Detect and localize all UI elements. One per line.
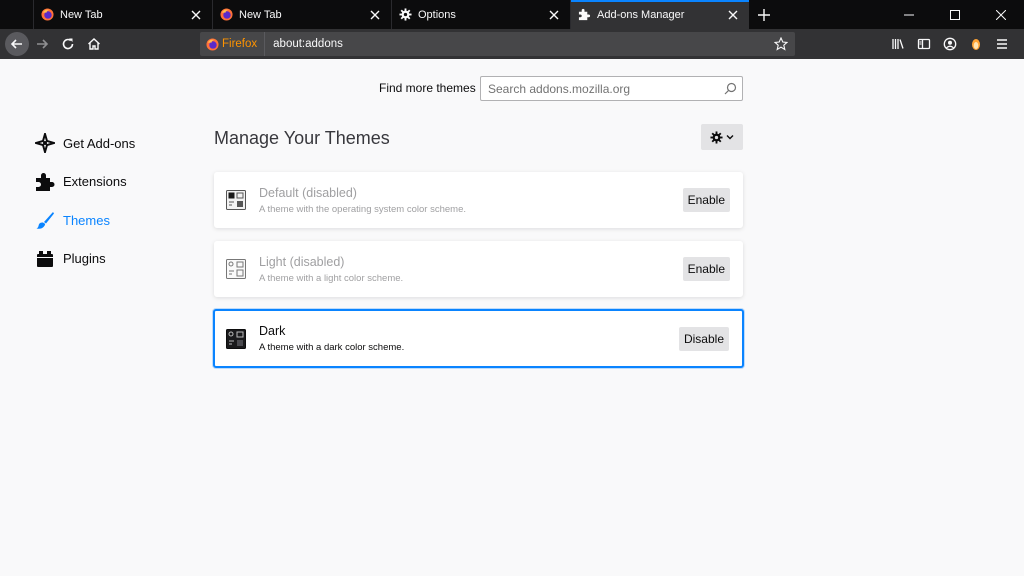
close-icon[interactable] <box>367 7 383 23</box>
sidebar-item-label: Plugins <box>63 251 106 267</box>
tab-title: New Tab <box>60 8 103 21</box>
theme-text: Default (disabled) A theme with the oper… <box>259 186 683 215</box>
tab-title: New Tab <box>239 8 282 21</box>
light-theme-icon <box>226 259 246 279</box>
page-title: Manage Your Themes <box>214 128 390 148</box>
theme-description: A theme with a light color scheme. <box>259 272 404 284</box>
category-sidebar: Get Add-ons Extensions Themes Plugins <box>35 124 135 278</box>
reload-icon <box>62 38 74 50</box>
firefox-icon <box>219 8 233 22</box>
enable-button[interactable]: Enable <box>682 257 730 281</box>
extension-button[interactable] <box>963 31 989 57</box>
theme-name: Dark <box>259 324 286 338</box>
close-icon[interactable] <box>188 7 204 23</box>
theme-card-light[interactable]: Light (disabled) A theme with a light co… <box>214 241 743 297</box>
sidebar-item-label: Extensions <box>63 174 127 190</box>
account-button[interactable] <box>937 31 963 57</box>
theme-text: Dark A theme with a dark color scheme. <box>259 324 679 353</box>
enable-button[interactable]: Enable <box>682 188 730 212</box>
addons-search-box[interactable] <box>480 76 743 101</box>
theme-text: Light (disabled) A theme with a light co… <box>259 255 683 284</box>
forward-arrow-icon <box>37 39 49 49</box>
theme-name: Light (disabled) <box>259 254 345 269</box>
library-icon <box>892 39 904 49</box>
sidebar-item-get-addons[interactable]: Get Add-ons <box>35 124 135 163</box>
chevron-down-icon <box>726 135 734 140</box>
tab-strip-spacer <box>0 0 33 29</box>
find-more-themes-label: Find more themes <box>379 81 476 95</box>
new-tab-button[interactable] <box>749 0 779 29</box>
hamburger-menu-icon <box>997 39 1007 49</box>
sidebar-item-plugins[interactable]: Plugins <box>35 240 135 279</box>
url-text[interactable]: about:addons <box>273 38 769 50</box>
home-button[interactable] <box>81 31 107 57</box>
toolbar-right <box>885 29 1015 59</box>
tab-new-tab-2[interactable]: New Tab <box>212 0 391 29</box>
minimize-icon <box>904 14 914 15</box>
back-button[interactable] <box>5 32 29 56</box>
minimize-button[interactable] <box>886 0 932 29</box>
brush-icon <box>35 210 55 230</box>
maximize-button[interactable] <box>932 0 978 29</box>
sidebar-icon <box>917 38 931 50</box>
tab-strip: New Tab New Tab Options Add-ons Manager <box>0 0 1024 29</box>
menu-button[interactable] <box>989 31 1015 57</box>
theme-description: A theme with a dark color scheme. <box>259 342 405 353</box>
tab-title: Add-ons Manager <box>597 8 685 21</box>
disable-button[interactable]: Disable <box>678 326 729 351</box>
tab-options[interactable]: Options <box>391 0 570 29</box>
extension-icon <box>972 39 980 50</box>
default-theme-icon <box>226 190 246 210</box>
firefox-icon <box>40 8 54 22</box>
gear-icon <box>710 130 723 144</box>
puzzle-icon <box>577 8 591 22</box>
reload-button[interactable] <box>55 31 81 57</box>
identity-label: Firefox <box>222 38 258 50</box>
addons-search-input[interactable] <box>481 81 718 96</box>
close-window-button[interactable] <box>978 0 1024 29</box>
forward-button[interactable] <box>29 31 55 57</box>
bookmark-star-button[interactable] <box>769 37 793 51</box>
firefox-icon <box>206 37 219 51</box>
sidebar-item-label: Themes <box>63 212 110 228</box>
home-icon <box>88 38 100 50</box>
plugin-icon <box>35 249 55 269</box>
addons-page: Get Add-ons Extensions Themes Plugins Fi… <box>0 59 1024 576</box>
window-controls <box>886 0 1024 29</box>
theme-card-default[interactable]: Default (disabled) A theme with the oper… <box>214 172 743 228</box>
identity-box[interactable]: Firefox <box>200 32 266 56</box>
back-arrow-icon <box>10 39 22 49</box>
get-addons-icon <box>35 133 55 154</box>
library-button[interactable] <box>885 31 911 57</box>
sidebar-item-themes[interactable]: Themes <box>35 201 135 240</box>
plus-icon <box>758 8 770 21</box>
extensions-puzzle-icon <box>35 172 55 192</box>
star-icon <box>774 37 788 51</box>
sidebar-toggle-button[interactable] <box>911 31 937 57</box>
theme-description: A theme with the operating system color … <box>259 203 466 215</box>
sidebar-item-label: Get Add-ons <box>63 135 136 151</box>
close-icon[interactable] <box>725 7 741 23</box>
dark-theme-icon <box>226 328 246 349</box>
close-icon[interactable] <box>546 7 562 23</box>
url-bar[interactable]: Firefox about:addons <box>200 32 795 56</box>
maximize-icon <box>950 9 960 20</box>
theme-name: Default (disabled) <box>259 185 357 200</box>
search-icon[interactable] <box>718 82 742 95</box>
account-icon <box>943 37 957 51</box>
sidebar-item-extensions[interactable]: Extensions <box>35 163 135 202</box>
navigation-toolbar: Firefox about:addons <box>0 29 1024 59</box>
tab-title: Options <box>418 8 456 21</box>
tools-menu-button[interactable] <box>701 124 743 150</box>
gear-icon <box>398 8 412 22</box>
tab-new-tab-1[interactable]: New Tab <box>33 0 212 29</box>
theme-card-dark[interactable]: Dark A theme with a dark color scheme. D… <box>213 309 744 368</box>
close-icon <box>996 9 1006 20</box>
tab-addons-manager[interactable]: Add-ons Manager <box>570 0 749 29</box>
